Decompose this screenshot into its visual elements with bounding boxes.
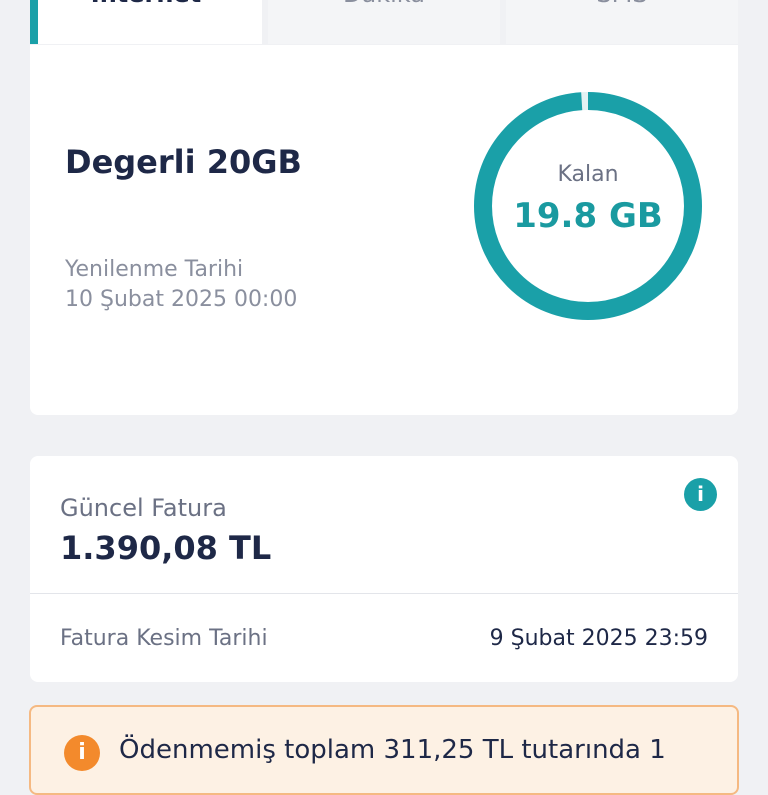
unpaid-warning-card[interactable]: i Ödenmemiş toplam 311,25 TL tutarında 1: [29, 705, 739, 795]
usage-tabs: İnternet Dakika SMS: [30, 0, 738, 44]
remaining-label: Kalan: [557, 162, 619, 187]
bill-label: Güncel Fatura: [60, 494, 227, 522]
info-icon[interactable]: i: [684, 478, 717, 511]
tab-internet-label: İnternet: [91, 0, 201, 8]
tab-sms-label: SMS: [596, 0, 647, 8]
plan-name: Degerli 20GB: [65, 143, 302, 181]
bill-divider: [30, 593, 738, 594]
bill-card: Güncel Fatura 1.390,08 TL i Fatura Kesim…: [30, 456, 738, 682]
tab-sms[interactable]: SMS: [506, 0, 738, 44]
usage-card: Degerli 20GB Yenilenme Tarihi 10 Şubat 2…: [30, 45, 738, 415]
tab-internet[interactable]: İnternet: [30, 0, 262, 44]
bill-amount: 1.390,08 TL: [60, 529, 272, 567]
cut-label: Fatura Kesim Tarihi: [60, 626, 268, 651]
tab-dakika-label: Dakika: [343, 0, 425, 8]
remaining-value: 19.8 GB: [513, 196, 663, 236]
renew-label: Yenilenme Tarihi: [65, 257, 244, 282]
tab-dakika[interactable]: Dakika: [268, 0, 500, 44]
cut-date: 9 Şubat 2025 23:59: [489, 626, 708, 651]
warning-icon: i: [64, 735, 100, 771]
warning-text: Ödenmemiş toplam 311,25 TL tutarında 1: [119, 735, 666, 765]
remaining-gauge: Kalan 19.8 GB: [472, 90, 704, 322]
renew-date: 10 Şubat 2025 00:00: [65, 287, 298, 312]
